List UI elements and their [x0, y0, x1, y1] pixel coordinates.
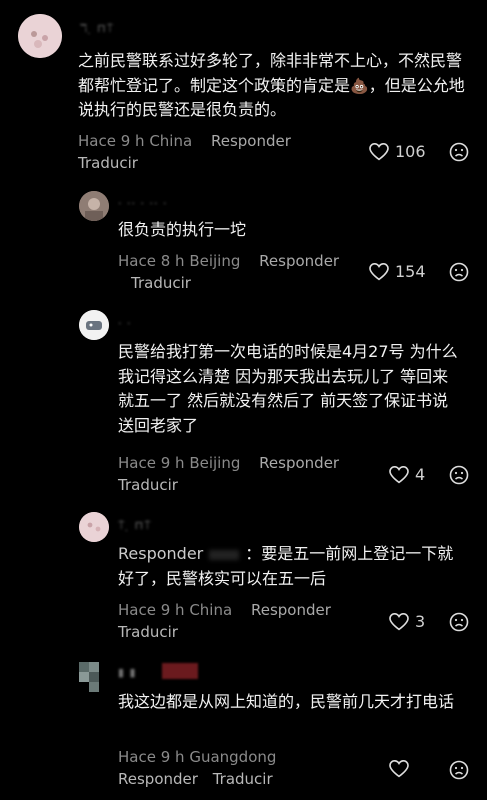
- comment-meta: Hace 9 h Beijing Responder: [118, 453, 339, 474]
- like-count: 3: [415, 612, 426, 631]
- avatar[interactable]: [79, 512, 109, 542]
- like-button[interactable]: 106: [369, 142, 426, 161]
- avatar[interactable]: [79, 310, 109, 340]
- location: China: [189, 601, 233, 619]
- translate-button[interactable]: Traducir: [118, 623, 178, 641]
- reply-button[interactable]: Responder: [211, 132, 291, 150]
- comment-meta: Hace 8 h Beijing Responder: [118, 251, 339, 272]
- username[interactable]: ▮ ▮: [118, 666, 137, 679]
- reply-button[interactable]: Responder: [259, 252, 339, 270]
- like-count: 4: [415, 465, 426, 484]
- dislike-button[interactable]: [449, 760, 469, 784]
- comment-meta: Hace 9 h Guangdong: [118, 747, 276, 768]
- poop-emoji: 💩: [350, 76, 369, 95]
- avatar[interactable]: [79, 191, 109, 221]
- dislike-icon: [449, 262, 469, 282]
- like-button[interactable]: 4: [389, 465, 425, 484]
- like-count: 106: [395, 142, 426, 161]
- heart-icon: [369, 142, 389, 160]
- comment-meta: Hace 9 h China Responder: [118, 600, 331, 621]
- heart-icon: [369, 262, 389, 280]
- translate-button[interactable]: Traducir: [213, 770, 273, 788]
- comment-text: 很负责的执行一坨: [118, 220, 247, 239]
- dislike-button[interactable]: [449, 465, 469, 489]
- username-redaction: [162, 663, 198, 679]
- timestamp: Hace 9 h: [78, 132, 145, 150]
- dislike-button[interactable]: [449, 262, 469, 286]
- username[interactable]: · ·: [118, 317, 132, 330]
- dislike-icon: [449, 612, 469, 632]
- like-button[interactable]: 3: [389, 612, 425, 631]
- reply-button[interactable]: Responder: [118, 770, 198, 788]
- location: Beijing: [189, 454, 241, 472]
- translate-button[interactable]: Traducir: [78, 154, 138, 172]
- like-count: 154: [395, 262, 426, 281]
- like-button[interactable]: [389, 760, 409, 778]
- dislike-icon: [449, 465, 469, 485]
- translate-button[interactable]: Traducir: [118, 476, 178, 494]
- comment-text: 之前民警联系过好多轮了，除非非常不上心，不然民警都帮忙登记了。制定这个政策的肯定…: [78, 49, 470, 123]
- comment-text: 我这边都是从网上知道的，民警前几天才打电话: [118, 692, 455, 711]
- heart-icon: [389, 612, 409, 630]
- dislike-icon: [449, 760, 469, 780]
- heart-icon: [389, 465, 409, 483]
- location: Beijing: [189, 252, 241, 270]
- avatar[interactable]: [79, 662, 109, 692]
- action-row: Responder Traducir: [118, 770, 273, 788]
- timestamp: Hace 8 h: [118, 252, 185, 270]
- timestamp: Hace 9 h: [118, 601, 185, 619]
- comment-text: 民警给我打第一次电话的时候是4月27号 为什么我记得这么清楚 因为那天我出去玩儿…: [118, 342, 458, 435]
- reply-button[interactable]: Responder: [251, 601, 331, 619]
- location: China: [149, 132, 193, 150]
- comment-1: ℸ ̣ ⊓⍑ 之前民警联系过好多轮了，除非非常不上心，不然民警都帮忙登记了。制定…: [0, 0, 487, 190]
- username[interactable]: ℸ ̣ ⊓⍑: [80, 22, 114, 35]
- reply-prefix: Responder: [118, 544, 204, 563]
- username[interactable]: · ·· · ·· ·: [118, 197, 167, 210]
- avatar[interactable]: [18, 14, 62, 58]
- dislike-button[interactable]: [449, 612, 469, 636]
- comment-text: Responder ：要是五一前网上登记一下就好了，民警核实可以在五一后: [118, 542, 468, 591]
- dislike-icon: [449, 142, 469, 162]
- comment-meta: Hace 9 h China Responder: [78, 131, 291, 152]
- mentioned-user[interactable]: [209, 549, 240, 560]
- heart-icon: [389, 760, 409, 778]
- timestamp: Hace 9 h: [118, 454, 185, 472]
- like-button[interactable]: 154: [369, 262, 426, 281]
- translate-button[interactable]: Traducir: [131, 274, 191, 292]
- username[interactable]: ⍑ ̣ ⊓⍑: [118, 519, 152, 532]
- timestamp: Hace 9 h: [118, 748, 185, 766]
- location: Guangdong: [189, 748, 277, 766]
- dislike-button[interactable]: [449, 142, 469, 166]
- reply-button[interactable]: Responder: [259, 454, 339, 472]
